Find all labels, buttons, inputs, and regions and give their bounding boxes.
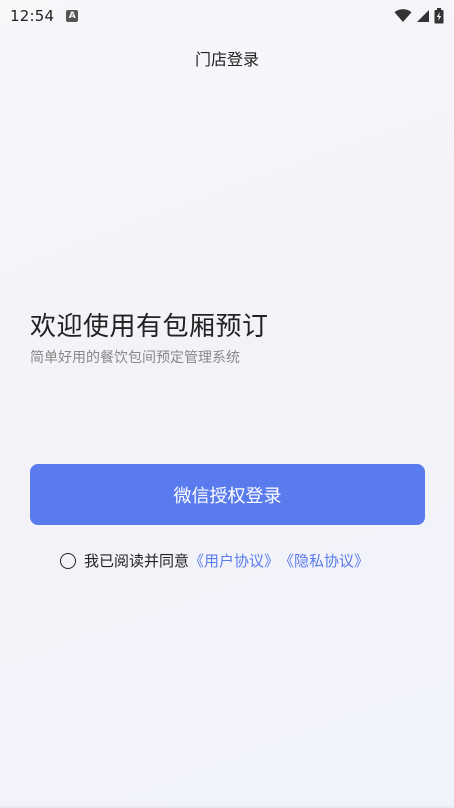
signal-icon	[417, 10, 429, 22]
status-right	[394, 8, 444, 24]
user-agreement-link[interactable]: 《用户协议》	[189, 550, 279, 571]
page-title: 门店登录	[194, 50, 259, 69]
agreement-text: 我已阅读并同意	[84, 552, 190, 570]
status-time: 12:54	[10, 7, 55, 25]
agreement-row: 我已阅读并同意 《用户协议》 《隐私协议》	[60, 550, 369, 571]
status-left: 12:54	[10, 7, 79, 25]
wifi-icon	[394, 9, 412, 22]
agree-checkbox[interactable]	[60, 552, 76, 569]
battery-charging-icon	[434, 8, 444, 24]
a-icon	[66, 10, 79, 22]
status-bar: 12:54	[0, 0, 454, 32]
welcome-title: 欢迎使用有包厢预订	[30, 312, 269, 342]
welcome-subtitle: 简单好用的餐饮包间预定管理系统	[30, 350, 240, 366]
wechat-login-button[interactable]: 微信授权登录	[30, 464, 425, 525]
privacy-policy-link[interactable]: 《隐私协议》	[279, 550, 369, 571]
